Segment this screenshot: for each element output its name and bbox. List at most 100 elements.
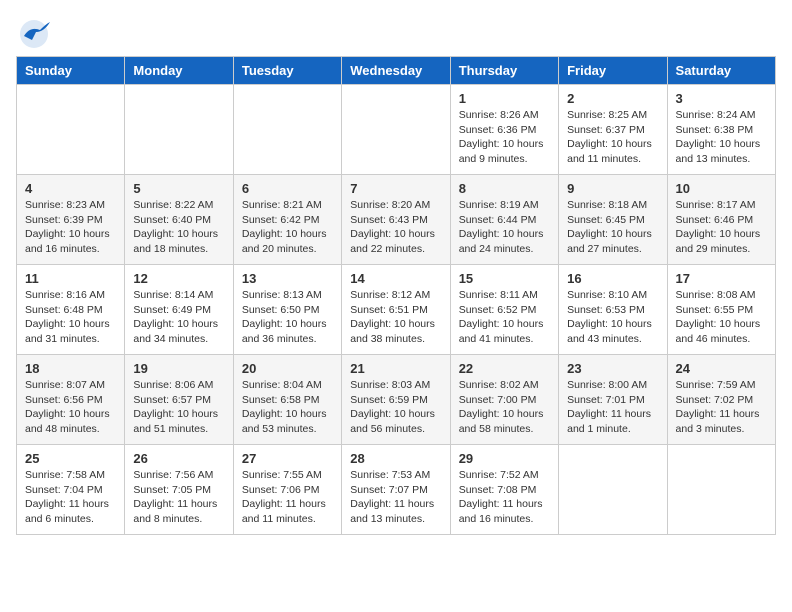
calendar-cell: 26 Sunrise: 7:56 AM Sunset: 7:05 PM Dayli… [125,445,233,535]
calendar-cell [17,85,125,175]
calendar-week-row: 25 Sunrise: 7:58 AM Sunset: 7:04 PM Dayli… [17,445,776,535]
calendar-cell: 8 Sunrise: 8:19 AM Sunset: 6:44 PM Daylig… [450,175,558,265]
calendar-cell: 18Sunrise: 8:07 AM Sunset: 6:56 PM Dayli… [17,355,125,445]
cell-info: Sunrise: 8:19 AM Sunset: 6:44 PM Dayligh… [459,198,550,257]
calendar-day-header: Wednesday [342,57,450,85]
cell-info: Sunrise: 7:52 AM Sunset: 7:08 PM Dayligh… [459,468,550,527]
calendar-cell [559,445,667,535]
cell-info: Sunrise: 8:17 AM Sunset: 6:46 PM Dayligh… [676,198,767,257]
calendar-day-header: Sunday [17,57,125,85]
date-number: 14 [350,271,441,286]
date-number: 16 [567,271,658,286]
cell-info: Sunrise: 8:18 AM Sunset: 6:45 PM Dayligh… [567,198,658,257]
cell-info: Sunrise: 8:02 AM Sunset: 7:00 PM Dayligh… [459,378,550,437]
calendar-cell: 2 Sunrise: 8:25 AM Sunset: 6:37 PM Daylig… [559,85,667,175]
calendar-cell: 9Sunrise: 8:18 AM Sunset: 6:45 PM Daylig… [559,175,667,265]
calendar-cell: 6 Sunrise: 8:21 AM Sunset: 6:42 PM Daylig… [233,175,341,265]
calendar-day-header: Friday [559,57,667,85]
cell-info: Sunrise: 7:56 AM Sunset: 7:05 PM Dayligh… [133,468,224,527]
cell-info: Sunrise: 7:58 AM Sunset: 7:04 PM Dayligh… [25,468,116,527]
calendar-cell: 24 Sunrise: 7:59 AM Sunset: 7:02 PM Dayli… [667,355,775,445]
date-number: 17 [676,271,767,286]
cell-info: Sunrise: 8:12 AM Sunset: 6:51 PM Dayligh… [350,288,441,347]
date-number: 3 [676,91,767,106]
date-number: 18 [25,361,116,376]
cell-info: Sunrise: 8:16 AM Sunset: 6:48 PM Dayligh… [25,288,116,347]
calendar-day-header: Saturday [667,57,775,85]
calendar-cell: 15 Sunrise: 8:11 AM Sunset: 6:52 PM Dayli… [450,265,558,355]
logo-bird-icon [16,16,52,52]
calendar-cell: 14 Sunrise: 8:12 AM Sunset: 6:51 PM Dayli… [342,265,450,355]
calendar-header-row: SundayMondayTuesdayWednesdayThursdayFrid… [17,57,776,85]
calendar-week-row: 1 Sunrise: 8:26 AM Sunset: 6:36 PM Daylig… [17,85,776,175]
calendar-cell: 5Sunrise: 8:22 AM Sunset: 6:40 PM Daylig… [125,175,233,265]
date-number: 23 [567,361,658,376]
date-number: 2 [567,91,658,106]
date-number: 5 [133,181,224,196]
calendar-week-row: 11 Sunrise: 8:16 AM Sunset: 6:48 PM Dayli… [17,265,776,355]
date-number: 11 [25,271,116,286]
date-number: 27 [242,451,333,466]
calendar-cell [667,445,775,535]
cell-info: Sunrise: 8:03 AM Sunset: 6:59 PM Dayligh… [350,378,441,437]
calendar-cell: 28 Sunrise: 7:53 AM Sunset: 7:07 PM Dayli… [342,445,450,535]
calendar-cell: 12Sunrise: 8:14 AM Sunset: 6:49 PM Dayli… [125,265,233,355]
date-number: 1 [459,91,550,106]
calendar-cell: 25 Sunrise: 7:58 AM Sunset: 7:04 PM Dayli… [17,445,125,535]
cell-info: Sunrise: 7:59 AM Sunset: 7:02 PM Dayligh… [676,378,767,437]
calendar-week-row: 4Sunrise: 8:23 AM Sunset: 6:39 PM Daylig… [17,175,776,265]
cell-info: Sunrise: 8:06 AM Sunset: 6:57 PM Dayligh… [133,378,224,437]
date-number: 10 [676,181,767,196]
cell-info: Sunrise: 8:10 AM Sunset: 6:53 PM Dayligh… [567,288,658,347]
calendar-week-row: 18Sunrise: 8:07 AM Sunset: 6:56 PM Dayli… [17,355,776,445]
date-number: 22 [459,361,550,376]
calendar-cell: 23 Sunrise: 8:00 AM Sunset: 7:01 PM Dayli… [559,355,667,445]
calendar-cell: 3 Sunrise: 8:24 AM Sunset: 6:38 PM Daylig… [667,85,775,175]
cell-info: Sunrise: 8:25 AM Sunset: 6:37 PM Dayligh… [567,108,658,167]
calendar-cell: 29 Sunrise: 7:52 AM Sunset: 7:08 PM Dayli… [450,445,558,535]
logo [16,16,58,52]
cell-info: Sunrise: 8:26 AM Sunset: 6:36 PM Dayligh… [459,108,550,167]
calendar-cell: 17 Sunrise: 8:08 AM Sunset: 6:55 PM Dayli… [667,265,775,355]
calendar-cell: 10 Sunrise: 8:17 AM Sunset: 6:46 PM Dayli… [667,175,775,265]
date-number: 21 [350,361,441,376]
calendar-day-header: Tuesday [233,57,341,85]
calendar-day-header: Thursday [450,57,558,85]
calendar-cell: 20Sunrise: 8:04 AM Sunset: 6:58 PM Dayli… [233,355,341,445]
date-number: 19 [133,361,224,376]
cell-info: Sunrise: 8:04 AM Sunset: 6:58 PM Dayligh… [242,378,333,437]
cell-info: Sunrise: 8:08 AM Sunset: 6:55 PM Dayligh… [676,288,767,347]
date-number: 24 [676,361,767,376]
calendar-cell: 16 Sunrise: 8:10 AM Sunset: 6:53 PM Dayli… [559,265,667,355]
cell-info: Sunrise: 8:00 AM Sunset: 7:01 PM Dayligh… [567,378,658,437]
cell-info: Sunrise: 7:53 AM Sunset: 7:07 PM Dayligh… [350,468,441,527]
calendar-cell [342,85,450,175]
calendar-day-header: Monday [125,57,233,85]
calendar-cell: 11 Sunrise: 8:16 AM Sunset: 6:48 PM Dayli… [17,265,125,355]
date-number: 8 [459,181,550,196]
calendar-cell: 4Sunrise: 8:23 AM Sunset: 6:39 PM Daylig… [17,175,125,265]
cell-info: Sunrise: 8:13 AM Sunset: 6:50 PM Dayligh… [242,288,333,347]
cell-info: Sunrise: 8:24 AM Sunset: 6:38 PM Dayligh… [676,108,767,167]
calendar-cell [125,85,233,175]
date-number: 25 [25,451,116,466]
cell-info: Sunrise: 8:20 AM Sunset: 6:43 PM Dayligh… [350,198,441,257]
calendar-cell: 22 Sunrise: 8:02 AM Sunset: 7:00 PM Dayli… [450,355,558,445]
date-number: 15 [459,271,550,286]
calendar-cell [233,85,341,175]
date-number: 6 [242,181,333,196]
date-number: 26 [133,451,224,466]
date-number: 29 [459,451,550,466]
calendar-cell: 19 Sunrise: 8:06 AM Sunset: 6:57 PM Dayli… [125,355,233,445]
date-number: 7 [350,181,441,196]
page-header [16,16,776,52]
date-number: 4 [25,181,116,196]
date-number: 28 [350,451,441,466]
calendar-cell: 1 Sunrise: 8:26 AM Sunset: 6:36 PM Daylig… [450,85,558,175]
calendar-cell: 21 Sunrise: 8:03 AM Sunset: 6:59 PM Dayli… [342,355,450,445]
date-number: 12 [133,271,224,286]
calendar-table: SundayMondayTuesdayWednesdayThursdayFrid… [16,56,776,535]
calendar-cell: 13Sunrise: 8:13 AM Sunset: 6:50 PM Dayli… [233,265,341,355]
cell-info: Sunrise: 8:11 AM Sunset: 6:52 PM Dayligh… [459,288,550,347]
cell-info: Sunrise: 8:21 AM Sunset: 6:42 PM Dayligh… [242,198,333,257]
